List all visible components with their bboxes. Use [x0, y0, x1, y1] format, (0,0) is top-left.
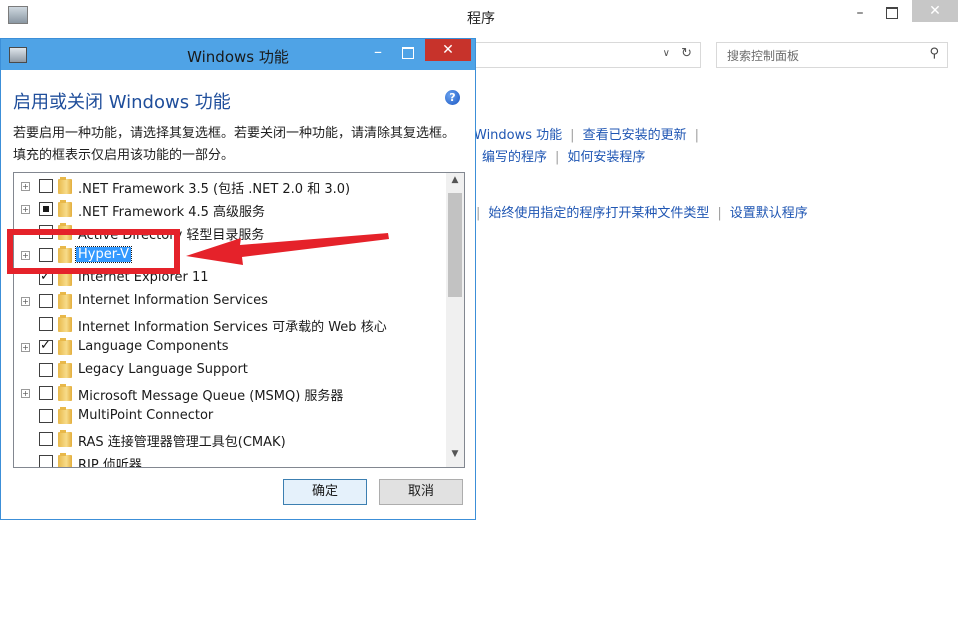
annotation-arrow-icon — [186, 233, 389, 265]
